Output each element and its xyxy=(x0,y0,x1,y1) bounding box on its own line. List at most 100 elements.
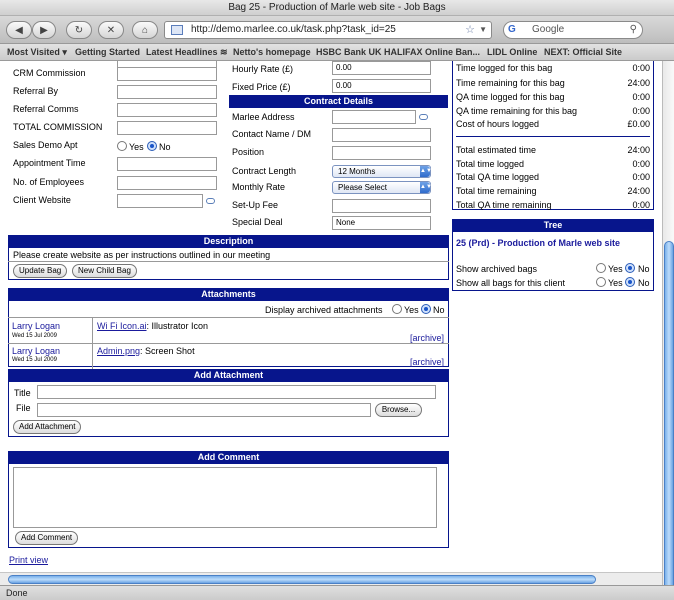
link-icon[interactable] xyxy=(419,114,428,120)
hourly-rate-input[interactable]: 0.00 xyxy=(332,61,431,75)
attachment-file-link[interactable]: Wi Fi Icon.ai xyxy=(97,321,147,331)
display-archived-no-radio[interactable] xyxy=(421,304,431,314)
link-icon[interactable] xyxy=(206,198,215,204)
position-input[interactable] xyxy=(332,146,431,160)
attachment-title-input[interactable] xyxy=(37,385,436,399)
vertical-scrollbar[interactable] xyxy=(662,61,674,600)
contract-length-select[interactable]: 12 Months ▲▼ xyxy=(332,165,432,178)
crm-commission-label: CRM Commission xyxy=(13,68,86,78)
total-stat-value: 24:00 xyxy=(627,145,650,155)
special-deal-input[interactable]: None xyxy=(332,216,431,230)
forward-button[interactable]: ▶ xyxy=(32,21,56,39)
add-attachment-button[interactable]: Add Attachment xyxy=(13,420,82,434)
bookmark-item[interactable]: NEXT: Official Site xyxy=(544,47,622,57)
sales-demo-label: Sales Demo Apt xyxy=(13,140,78,150)
back-button[interactable]: ◀ xyxy=(6,21,32,39)
sales-demo-yes-radio[interactable] xyxy=(117,141,127,151)
description-header: Description xyxy=(8,235,449,248)
show-all-yes-radio[interactable] xyxy=(596,277,606,287)
url-dropdown-icon[interactable]: ▼ xyxy=(479,22,487,38)
archive-link[interactable]: [archive] xyxy=(410,333,444,343)
description-divider xyxy=(8,261,449,262)
total-commission-input[interactable] xyxy=(117,121,217,135)
display-archived-no-label: No xyxy=(433,305,445,315)
show-archived-yes-radio[interactable] xyxy=(596,263,606,273)
search-placeholder: Google xyxy=(532,24,565,35)
site-favicon-icon xyxy=(171,25,183,35)
new-child-bag-button[interactable]: New Child Bag xyxy=(72,264,137,278)
total-stat-value: 0:00 xyxy=(632,172,650,182)
bookmark-item[interactable]: HSBC Bank UK xyxy=(316,47,382,57)
bookmark-item[interactable]: Netto's homepage xyxy=(233,47,311,57)
total-stat-label: Total estimated time xyxy=(456,145,537,155)
window-title: Bag 25 - Production of Marle web site - … xyxy=(0,0,674,16)
horizontal-scrollbar[interactable] xyxy=(0,572,662,585)
monthly-rate-select[interactable]: Please Select ▲▼ xyxy=(332,181,432,194)
bookmark-item[interactable]: LIDL Online xyxy=(487,47,537,57)
contact-name-input[interactable] xyxy=(332,128,431,142)
total-commission-label: TOTAL COMMISSION xyxy=(13,122,103,132)
bookmark-star-icon[interactable]: ☆ xyxy=(465,22,475,38)
attachment-file-input[interactable] xyxy=(37,403,371,417)
client-website-input[interactable] xyxy=(117,194,203,208)
url-text: http://demo.marlee.co.uk/task.php?task_i… xyxy=(191,24,396,35)
attachment-user[interactable]: Larry Logan xyxy=(12,346,60,356)
forward-arrow-icon: ▶ xyxy=(40,24,48,36)
appointment-time-label: Appointment Time xyxy=(13,158,86,168)
total-stat-label: Total time logged xyxy=(456,159,525,169)
search-input[interactable]: G Google ⚲ xyxy=(503,21,643,39)
referral-comms-input[interactable] xyxy=(117,103,217,117)
marlee-address-input[interactable] xyxy=(332,110,416,124)
time-stat-value: £0.00 xyxy=(627,119,650,129)
time-stat-value: 24:00 xyxy=(627,78,650,88)
tree-item-link[interactable]: 25 (Prd) - Production of Marle web site xyxy=(456,238,620,248)
crm-commission-input[interactable] xyxy=(117,67,217,81)
add-comment-button[interactable]: Add Comment xyxy=(15,531,79,545)
attachment-desc: : Illustrator Icon xyxy=(146,321,209,331)
show-all-no-label: No xyxy=(638,278,650,288)
search-icon[interactable]: ⚲ xyxy=(630,22,637,38)
time-stat-value: 0:00 xyxy=(632,63,650,73)
horizontal-scroll-thumb[interactable] xyxy=(8,575,596,584)
employees-input[interactable] xyxy=(117,176,217,190)
fixed-price-input[interactable]: 0.00 xyxy=(332,79,431,93)
bookmarks-bar: Most Visited ▾ Getting Started Latest He… xyxy=(0,44,674,61)
bookmark-item[interactable]: HALIFAX Online Ban... xyxy=(384,47,480,57)
browse-button[interactable]: Browse... xyxy=(375,403,422,417)
select-arrows-icon: ▲▼ xyxy=(420,182,432,193)
sales-demo-no-radio[interactable] xyxy=(147,141,157,151)
display-archived-yes-radio[interactable] xyxy=(392,304,402,314)
print-view-link[interactable]: Print view xyxy=(9,555,48,565)
attachment-row: Wi Fi Icon.ai: Illustrator Icon xyxy=(97,321,208,331)
reload-icon: ↻ xyxy=(74,24,84,36)
bookmark-item[interactable]: Most Visited ▾ xyxy=(7,47,67,58)
total-stat-label: Total time remaining xyxy=(456,186,537,196)
home-icon: ⌂ xyxy=(141,24,149,36)
referral-by-input[interactable] xyxy=(117,85,217,99)
position-label: Position xyxy=(232,147,265,157)
google-logo-icon: G xyxy=(508,24,516,35)
reload-button[interactable]: ↻ xyxy=(66,21,92,39)
comment-textarea[interactable] xyxy=(13,467,437,528)
update-bag-button[interactable]: Update Bag xyxy=(13,264,68,278)
total-stat-value: 24:00 xyxy=(627,186,650,196)
setup-fee-input[interactable] xyxy=(332,199,431,213)
attachment-file-link[interactable]: Admin.png xyxy=(97,346,140,356)
bookmark-item[interactable]: Latest Headlines ≋ xyxy=(146,47,228,58)
show-archived-no-radio[interactable] xyxy=(625,263,635,273)
total-stat-value: 0:00 xyxy=(632,200,650,210)
attachment-row: Admin.png: Screen Shot xyxy=(97,346,195,356)
navigation-toolbar: ◀ ▶ ↻ ✕ ⌂ http://demo.marlee.co.uk/task.… xyxy=(0,16,674,44)
bookmark-item[interactable]: Getting Started xyxy=(75,47,140,57)
stop-button[interactable]: ✕ xyxy=(98,21,124,39)
vertical-scroll-thumb[interactable] xyxy=(664,241,674,600)
home-button[interactable]: ⌂ xyxy=(132,21,158,39)
stats-divider xyxy=(456,136,650,137)
show-archived-label: Show archived bags xyxy=(456,264,538,274)
show-all-no-radio[interactable] xyxy=(625,277,635,287)
archive-link[interactable]: [archive] xyxy=(410,357,444,367)
time-stat-label: Time logged for this bag xyxy=(456,63,553,73)
attachment-user[interactable]: Larry Logan xyxy=(12,321,60,331)
url-bar[interactable]: http://demo.marlee.co.uk/task.php?task_i… xyxy=(164,21,492,39)
appointment-time-input[interactable] xyxy=(117,157,217,171)
